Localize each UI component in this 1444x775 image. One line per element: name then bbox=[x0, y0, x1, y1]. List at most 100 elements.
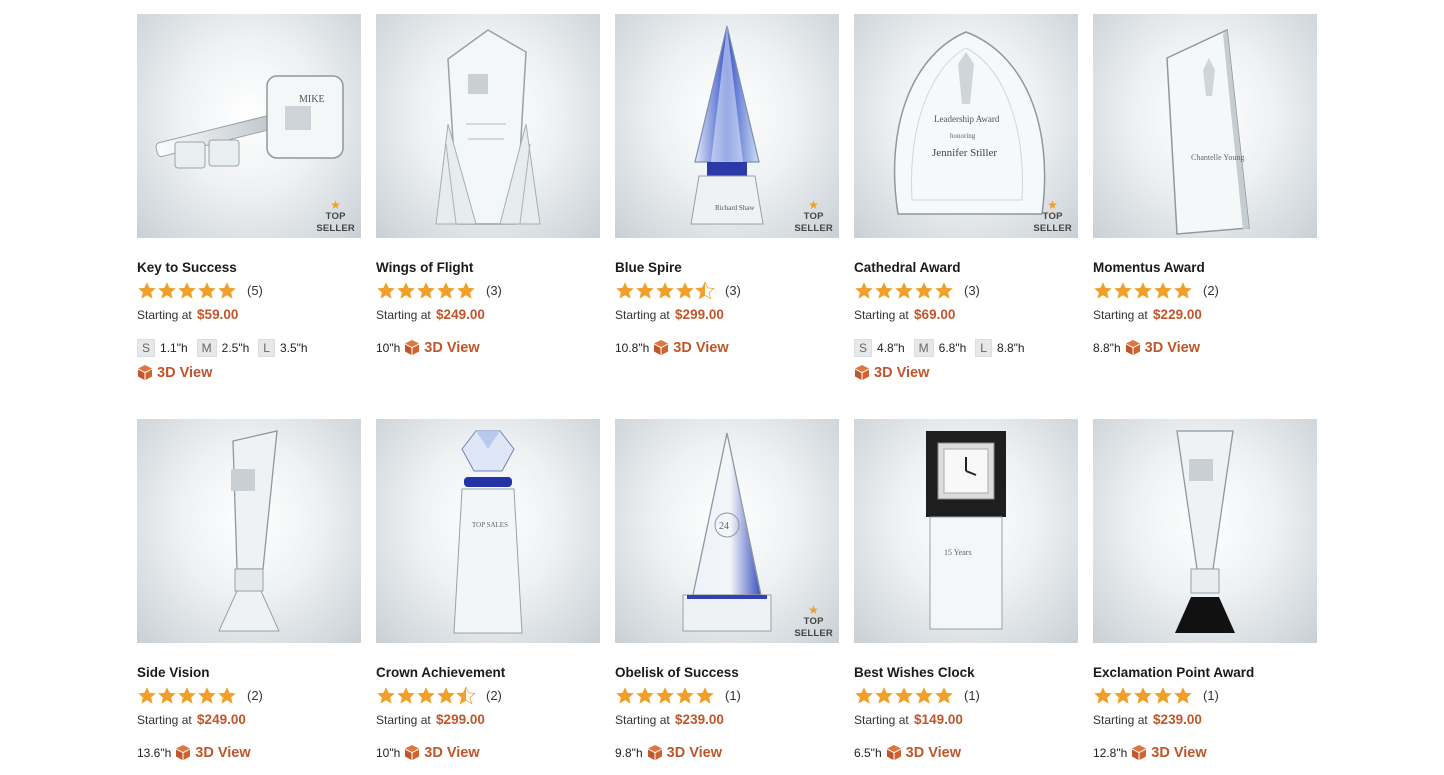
product-image[interactable]: Chantelle Young bbox=[1093, 14, 1317, 238]
review-count[interactable]: (1) bbox=[725, 688, 741, 703]
product-name[interactable]: Crown Achievement bbox=[376, 665, 505, 680]
rating-row[interactable]: (3) bbox=[615, 280, 741, 300]
review-count[interactable]: (5) bbox=[247, 283, 263, 298]
product-name[interactable]: Side Vision bbox=[137, 665, 210, 680]
product-name[interactable]: Cathedral Award bbox=[854, 260, 961, 275]
star-icon bbox=[158, 281, 176, 299]
product-name[interactable]: Obelisk of Success bbox=[615, 665, 739, 680]
star-icon bbox=[218, 686, 236, 704]
top-seller-badge: ★ TOP SELLER bbox=[794, 604, 833, 640]
view-3d-link[interactable]: 3D View bbox=[137, 364, 212, 381]
size-chip[interactable]: S bbox=[137, 339, 156, 357]
product-card[interactable]: Richard Shaw ★ TOP SELLER Blue Spire (3) Start… bbox=[615, 14, 839, 356]
product-image[interactable]: Richard Shaw ★ TOP SELLER bbox=[615, 14, 839, 238]
price-amount: $149.00 bbox=[914, 712, 963, 727]
svg-text:Richard Shaw: Richard Shaw bbox=[715, 204, 755, 212]
star-icon bbox=[1174, 281, 1192, 299]
badge-line2: SELLER bbox=[316, 223, 355, 234]
price-amount: $229.00 bbox=[1153, 307, 1202, 322]
product-image[interactable]: 15 Years bbox=[854, 419, 1078, 643]
cube-3d-icon bbox=[886, 745, 901, 760]
product-card[interactable]: Side Vision (2) Starting at $249.00 13.6"h … bbox=[137, 419, 361, 761]
size-chip[interactable]: L bbox=[258, 339, 275, 357]
rating-row[interactable]: (3) bbox=[376, 280, 502, 300]
rating-row[interactable]: (5) bbox=[137, 280, 263, 300]
rating-row[interactable]: (2) bbox=[1093, 280, 1219, 300]
product-image[interactable]: TOP SALES bbox=[376, 419, 600, 643]
star-icon bbox=[616, 281, 634, 299]
rating-row[interactable]: (2) bbox=[137, 685, 263, 705]
product-image[interactable]: MIKE ★ TOP SELLER bbox=[137, 14, 361, 238]
review-count[interactable]: (1) bbox=[1203, 688, 1219, 703]
star-rating bbox=[376, 281, 476, 300]
star-icon bbox=[1134, 281, 1152, 299]
star-icon bbox=[636, 686, 654, 704]
review-count[interactable]: (3) bbox=[725, 283, 741, 298]
product-name[interactable]: Momentus Award bbox=[1093, 260, 1205, 275]
product-image[interactable]: 24 ★ TOP SELLER bbox=[615, 419, 839, 643]
price-prefix: Starting at bbox=[854, 713, 909, 727]
review-count[interactable]: (2) bbox=[247, 688, 263, 703]
size-chip[interactable]: M bbox=[913, 339, 934, 357]
rating-row[interactable]: (2) bbox=[376, 685, 502, 705]
view-3d-link[interactable]: 3D View bbox=[404, 744, 480, 761]
star-icon bbox=[138, 281, 156, 299]
view-3d-link[interactable]: 3D View bbox=[1125, 339, 1200, 356]
product-name[interactable]: Exclamation Point Award bbox=[1093, 665, 1254, 680]
svg-text:TOP SALES: TOP SALES bbox=[472, 521, 508, 529]
rating-row[interactable]: (1) bbox=[615, 685, 741, 705]
view-3d-label: 3D View bbox=[424, 744, 480, 761]
price-amount: $69.00 bbox=[914, 307, 956, 322]
product-height: 10"h bbox=[376, 340, 401, 355]
product-image[interactable] bbox=[1093, 419, 1317, 643]
review-count[interactable]: (3) bbox=[486, 283, 502, 298]
product-image[interactable] bbox=[376, 14, 600, 238]
review-count[interactable]: (3) bbox=[964, 283, 980, 298]
product-name[interactable]: Wings of Flight bbox=[376, 260, 473, 275]
size-options: 10"h 3D View bbox=[376, 339, 480, 356]
product-image[interactable]: Leadership Award honoring Jennifer Still… bbox=[854, 14, 1078, 238]
star-icon bbox=[656, 686, 674, 704]
view-3d-link[interactable]: 3D View bbox=[854, 364, 929, 381]
view-3d-link[interactable]: 3D View bbox=[647, 744, 722, 761]
price-prefix: Starting at bbox=[854, 308, 909, 322]
review-count[interactable]: (2) bbox=[1203, 283, 1219, 298]
review-count[interactable]: (2) bbox=[486, 688, 502, 703]
view-3d-label: 3D View bbox=[666, 744, 722, 761]
view-3d-link[interactable]: 3D View bbox=[886, 744, 961, 761]
product-card[interactable]: 15 Years Best Wishes Clock (1) Starting at … bbox=[854, 419, 1078, 761]
product-card[interactable]: Leadership Award honoring Jennifer Still… bbox=[854, 14, 1078, 381]
star-icon bbox=[855, 686, 873, 704]
product-name[interactable]: Best Wishes Clock bbox=[854, 665, 975, 680]
price-prefix: Starting at bbox=[1093, 308, 1148, 322]
star-icon bbox=[178, 281, 196, 299]
size-chip[interactable]: L bbox=[975, 339, 992, 357]
star-icon bbox=[676, 686, 694, 704]
product-card[interactable]: 24 ★ TOP SELLER Obelisk of Success (1) Starti… bbox=[615, 419, 839, 761]
product-card[interactable]: TOP SALES Crown Achievement (2) Starting at… bbox=[376, 419, 600, 761]
product-card[interactable]: Exclamation Point Award (1) Starting at $2… bbox=[1093, 419, 1317, 761]
size-chip[interactable]: S bbox=[854, 339, 873, 357]
product-name[interactable]: Key to Success bbox=[137, 260, 237, 275]
product-card[interactable]: Chantelle Young Momentus Award (2) Starting… bbox=[1093, 14, 1317, 356]
product-image[interactable] bbox=[137, 419, 361, 643]
rating-row[interactable]: (3) bbox=[854, 280, 980, 300]
size-chip[interactable]: M bbox=[196, 339, 217, 357]
price-amount: $299.00 bbox=[675, 307, 724, 322]
badge-line2: SELLER bbox=[1033, 223, 1072, 234]
product-name[interactable]: Blue Spire bbox=[615, 260, 682, 275]
view-3d-link[interactable]: 3D View bbox=[653, 339, 729, 356]
size-options: 13.6"h 3D View bbox=[137, 744, 251, 761]
view-3d-link[interactable]: 3D View bbox=[175, 744, 251, 761]
rating-row[interactable]: (1) bbox=[854, 685, 980, 705]
star-half-icon bbox=[456, 685, 476, 704]
size-options: S 4.8"h M 6.8"h L 8.8"h bbox=[854, 339, 1034, 357]
view-3d-label: 3D View bbox=[673, 339, 729, 356]
view-3d-link[interactable]: 3D View bbox=[404, 339, 480, 356]
product-card[interactable]: MIKE ★ TOP SELLER Key to Success (5) Starting … bbox=[137, 14, 361, 381]
review-count[interactable]: (1) bbox=[964, 688, 980, 703]
rating-row[interactable]: (1) bbox=[1093, 685, 1219, 705]
badge-line1: TOP bbox=[803, 211, 824, 222]
product-card[interactable]: Wings of Flight (3) Starting at $249.00 10"… bbox=[376, 14, 600, 356]
view-3d-link[interactable]: 3D View bbox=[1131, 744, 1207, 761]
